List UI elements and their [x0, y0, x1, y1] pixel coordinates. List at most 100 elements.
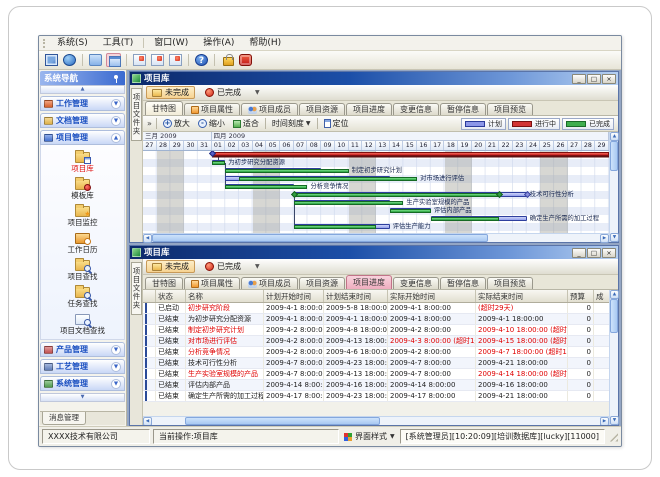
chevron-down-icon[interactable]: ▼ — [111, 379, 121, 389]
tab-message-management[interactable]: 消息管理 — [42, 412, 86, 425]
minimize-button[interactable]: _ — [572, 248, 586, 258]
table-horizontal-scrollbar[interactable]: ◀ ▶ — [143, 416, 609, 425]
scroll-down-icon[interactable]: ▼ — [610, 416, 619, 425]
scroll-up-icon[interactable]: ▲ — [610, 290, 619, 299]
globe-icon[interactable] — [62, 53, 77, 67]
tab-项目进度[interactable]: 项目进度 — [346, 103, 392, 115]
folder-icon[interactable] — [88, 53, 103, 67]
monitor-sync-icon[interactable] — [44, 53, 59, 67]
sidebar-item-项目文档查找[interactable]: 项目文档查找 — [41, 310, 124, 337]
message-icon-1[interactable] — [132, 53, 147, 67]
table-row[interactable]: 已结束对市场进行评估2009-4-2 8:00:002009-4-13 18:0… — [143, 336, 609, 347]
scroll-left-icon[interactable]: ◀ — [143, 417, 152, 425]
sidebar-item-工作日历[interactable]: 工作日历 — [41, 229, 124, 256]
sidebar-item-模板库[interactable]: 模板库 — [41, 175, 124, 202]
message-icon-3[interactable] — [168, 53, 183, 67]
help-icon[interactable]: ? — [194, 53, 209, 67]
table-row[interactable]: 已结束为初步研究分配资源2009-4-1 8:00:002009-4-1 18:… — [143, 314, 609, 325]
tab-项目资源[interactable]: 项目资源 — [299, 277, 345, 289]
scroll-right-icon[interactable]: ▶ — [600, 234, 609, 243]
column-header-计划结束时间[interactable]: 计划结束时间 — [324, 290, 388, 302]
window-title-bar[interactable]: 项目库 _ □ × — [130, 246, 618, 259]
chevron-down-icon[interactable]: ▼ — [111, 116, 121, 126]
filter-已完成-button[interactable]: 已完成 — [199, 86, 247, 99]
tab-项目属性[interactable]: 项目属性 — [184, 277, 240, 289]
tab-project-folder[interactable]: 项目文件夹 — [131, 88, 142, 141]
tab-变更信息[interactable]: 变更信息 — [393, 277, 439, 289]
resize-grip[interactable] — [608, 432, 618, 442]
tab-甘特图[interactable]: 甘特图 — [145, 277, 183, 289]
summary-bar-in-progress[interactable] — [212, 152, 609, 156]
sidebar-group-工艺管理[interactable]: 工艺管理▼ — [40, 359, 125, 374]
menu-item-1[interactable]: 工具(T) — [96, 37, 141, 50]
table-vertical-scrollbar[interactable]: ▲ ▼ — [609, 290, 618, 425]
chevron-down-icon[interactable]: ▼ — [111, 99, 121, 109]
scroll-right-icon[interactable]: ▶ — [600, 417, 609, 425]
sidebar-item-项目监控[interactable]: ★项目监控 — [41, 202, 124, 229]
maximize-button[interactable]: □ — [587, 248, 601, 258]
column-header-名称[interactable]: 名称 — [186, 290, 264, 302]
tab-project-folder[interactable]: 项目文件夹 — [131, 262, 142, 315]
tab-项目属性[interactable]: 项目属性 — [184, 103, 240, 115]
exit-icon[interactable] — [238, 53, 253, 67]
column-header-实际开始时间[interactable]: 实际开始时间 — [388, 290, 476, 302]
actual-bar[interactable] — [225, 185, 307, 189]
zoom-out-button[interactable]: -缩小 — [196, 118, 227, 129]
menu-item-3[interactable]: 操作(A) — [196, 37, 241, 50]
tab-甘特图[interactable]: 甘特图 — [145, 101, 183, 115]
menu-item-2[interactable]: 窗口(W) — [147, 37, 195, 50]
sidebar-item-项目查找[interactable]: 项目查找 — [41, 256, 124, 283]
column-header-实际结束时间[interactable]: 实际结束时间 — [476, 290, 568, 302]
maximize-button[interactable]: □ — [587, 74, 601, 84]
tab-变更信息[interactable]: 变更信息 — [393, 103, 439, 115]
sidebar-group-项目管理[interactable]: 项目管理▲ — [40, 130, 125, 145]
filter-overflow-chevron-icon[interactable]: ▼ — [251, 89, 264, 96]
scroll-up-icon[interactable]: ▲ — [610, 132, 619, 141]
sidebar-group-文档管理[interactable]: 文档管理▼ — [40, 113, 125, 128]
folder-window-icon[interactable] — [106, 53, 121, 67]
chevron-down-icon[interactable]: ▼ — [111, 362, 121, 372]
table-row[interactable]: 已启动初步研究阶段2009-4-1 8:00:002009-5-8 18:00:… — [143, 303, 609, 314]
locate-button[interactable]: 定位 — [322, 118, 351, 129]
column-header-预算[interactable]: 预算 — [568, 290, 594, 302]
gantt-chart[interactable]: 为初步研究分配资源制定初步研究计划对市场进行评估分析竞争情况技术可行性分析生产实… — [143, 151, 609, 233]
close-button[interactable]: × — [602, 248, 616, 258]
actual-bar[interactable] — [212, 161, 226, 165]
scroll-down-icon[interactable]: ▼ — [610, 233, 619, 242]
sidebar-scroll-down-button[interactable]: ▼ — [40, 393, 125, 402]
table-row[interactable]: 已结束确定生产所需的加工过程2009-4-17 8:00:002009-4-23… — [143, 391, 609, 402]
time-scale-dropdown[interactable]: 时间刻度▼ — [270, 118, 313, 129]
actual-bar[interactable] — [239, 177, 417, 181]
actual-bar[interactable] — [390, 209, 431, 213]
table-row[interactable]: 已结束技术可行性分析2009-4-7 8:00:002009-4-23 18:0… — [143, 358, 609, 369]
sidebar-item-项目库[interactable]: 项目库 — [41, 148, 124, 175]
menu-item-4[interactable]: 帮助(H) — [242, 37, 288, 50]
menu-item-0[interactable]: 系统(S) — [50, 37, 95, 50]
sidebar-group-工作管理[interactable]: 工作管理▼ — [40, 96, 125, 111]
pin-icon[interactable] — [112, 74, 121, 83]
tab-暂停信息[interactable]: 暂停信息 — [440, 277, 486, 289]
table-row[interactable]: 已结束生产实验室规模的产品2009-4-7 8:00:002009-4-13 1… — [143, 369, 609, 380]
sidebar-scroll-up-button[interactable]: ▲ — [40, 85, 125, 94]
table-row[interactable]: 已结束分析竞争情况2009-4-2 8:00:002009-4-6 18:00:… — [143, 347, 609, 358]
table-row[interactable]: 已结束制定初步研究计划2009-4-2 8:00:002009-4-8 18:0… — [143, 325, 609, 336]
filter-未完成-button[interactable]: 未完成 — [146, 260, 195, 273]
lock-icon[interactable] — [220, 53, 235, 67]
tab-暂停信息[interactable]: 暂停信息 — [440, 103, 486, 115]
tab-项目预览[interactable]: 项目预览 — [487, 103, 533, 115]
tab-项目成员[interactable]: 项目成员 — [241, 103, 298, 115]
tab-项目成员[interactable]: 项目成员 — [241, 277, 298, 289]
actual-bar[interactable] — [294, 193, 500, 197]
close-button[interactable]: × — [602, 74, 616, 84]
column-header-状态[interactable]: 状态 — [156, 290, 186, 302]
scroll-left-icon[interactable]: ◀ — [143, 234, 152, 243]
window-title-bar[interactable]: 项目库 _ □ × — [130, 72, 618, 85]
table-row[interactable]: 已结束评估内部产品2009-4-14 8:00:002009-4-16 18:0… — [143, 380, 609, 391]
chevron-up-icon[interactable]: ▲ — [111, 133, 121, 143]
tab-项目资源[interactable]: 项目资源 — [299, 103, 345, 115]
minimize-button[interactable]: _ — [572, 74, 586, 84]
sidebar-item-任务查找[interactable]: 任务查找 — [41, 283, 124, 310]
zoom-in-button[interactable]: +放大 — [161, 118, 192, 129]
sidebar-group-产品管理[interactable]: 产品管理▼ — [40, 342, 125, 357]
filter-未完成-button[interactable]: 未完成 — [146, 86, 195, 99]
